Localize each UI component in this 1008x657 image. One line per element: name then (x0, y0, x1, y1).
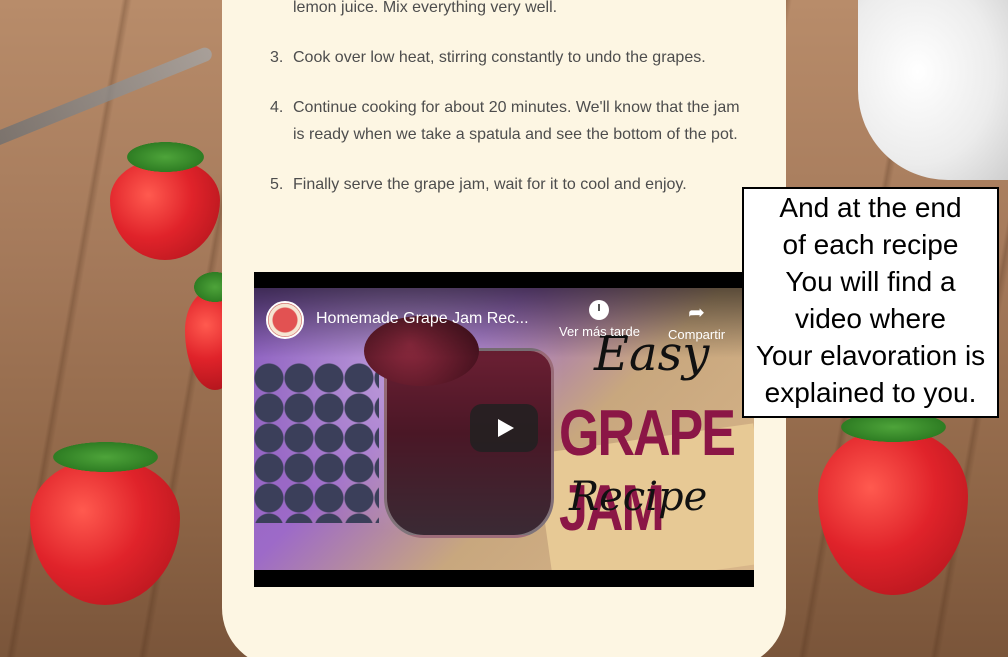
share-label: Compartir (668, 327, 726, 342)
thumbnail-title-recipe: Recipe (569, 474, 708, 520)
background-spoon (0, 45, 214, 149)
background-bowl (858, 0, 1008, 180)
callout-line: video where (795, 303, 946, 334)
recipe-step: lemon juice. Mix everything very well. (270, 0, 750, 21)
strawberry-decoration (30, 442, 180, 605)
youtube-video-embed[interactable]: Easy GRAPE JAM Recipe Homemade Grape Jam… (254, 272, 754, 587)
grapes-image (254, 363, 379, 523)
watch-later-button[interactable]: Ver más tarde (559, 300, 640, 339)
video-title[interactable]: Homemade Grape Jam Rec... (316, 310, 529, 328)
step-text: Finally serve the grape jam, wait for it… (293, 176, 687, 193)
recipe-step: 3. Cook over low heat, stirring constant… (270, 44, 750, 71)
step-number: 4. (270, 99, 284, 116)
play-icon[interactable] (470, 404, 538, 452)
step-text: Cook over low heat, stirring constantly … (293, 49, 706, 66)
step-text: Continue cooking for about 20 minutes. W… (293, 99, 740, 143)
step-number: 3. (270, 49, 284, 66)
step-number (270, 0, 293, 21)
clock-icon (589, 300, 610, 320)
watch-later-label: Ver más tarde (559, 324, 640, 339)
channel-avatar[interactable] (266, 301, 304, 339)
callout-line: explained to you. (764, 377, 977, 408)
thumbnail-title-grape-jam: GRAPE JAM (559, 397, 736, 545)
strawberry-decoration (818, 412, 968, 595)
callout-box: And at the end of each recipe You will f… (742, 187, 999, 418)
callout-line: of each recipe (782, 229, 959, 260)
callout-line: And at the end (779, 192, 962, 223)
share-button[interactable]: ➦ Compartir (668, 300, 725, 342)
strawberry-decoration (110, 142, 220, 260)
recipe-steps: lemon juice. Mix everything very well. 3… (270, 0, 750, 221)
recipe-step: 5. Finally serve the grape jam, wait for… (270, 171, 750, 198)
share-arrow-icon: ➦ (688, 302, 705, 324)
step-number: 5. (270, 176, 284, 193)
callout-line: Your elavoration is (755, 340, 986, 371)
recipe-step: 4. Continue cooking for about 20 minutes… (270, 94, 750, 148)
step-text: lemon juice. Mix everything very well. (293, 0, 558, 16)
callout-line: You will find a (785, 266, 956, 297)
video-thumbnail[interactable]: Easy GRAPE JAM Recipe Homemade Grape Jam… (254, 288, 754, 570)
